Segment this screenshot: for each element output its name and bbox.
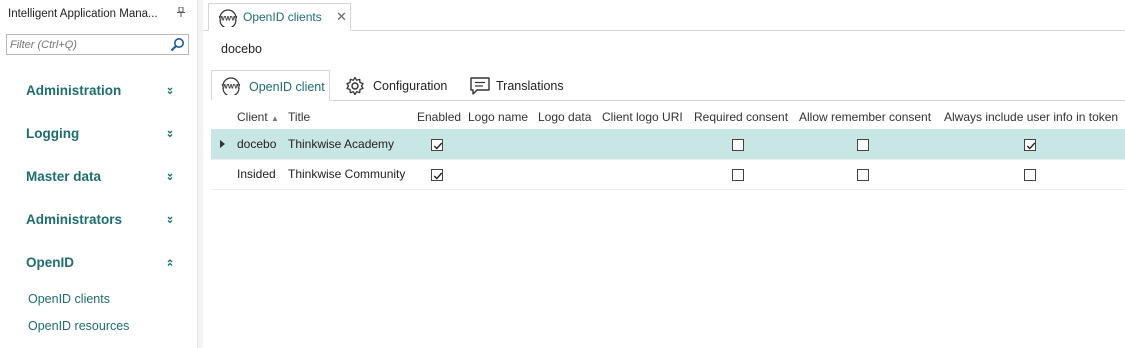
tab-label: OpenID client bbox=[249, 80, 325, 94]
table-row[interactable]: Insided Thinkwise Community bbox=[211, 159, 1125, 190]
always-include-user-info-checkbox[interactable] bbox=[1024, 168, 1036, 181]
cell-required-consent[interactable] bbox=[694, 159, 799, 190]
pin-icon[interactable] bbox=[177, 6, 185, 20]
document-tab-label: OpenID clients bbox=[243, 10, 322, 24]
nav-group-master-data[interactable]: Master data bbox=[26, 169, 101, 184]
column-header-enabled[interactable]: Enabled bbox=[417, 105, 468, 129]
cell-allow-remember-consent[interactable] bbox=[799, 159, 944, 190]
table-row[interactable]: docebo Thinkwise Academy bbox=[211, 129, 1125, 160]
column-header-client-logo-uri[interactable]: Client logo URI bbox=[602, 105, 694, 129]
cell-logo-name[interactable] bbox=[468, 159, 538, 190]
chat-icon bbox=[470, 77, 490, 95]
check-icon bbox=[1026, 142, 1036, 150]
column-header-title[interactable]: Title bbox=[288, 105, 417, 129]
column-header-required-consent[interactable]: Required consent bbox=[694, 105, 799, 129]
cell-title[interactable]: Thinkwise Community bbox=[288, 159, 417, 190]
cell-enabled[interactable] bbox=[417, 129, 468, 160]
tab-openid-client[interactable]: WWW OpenID client bbox=[211, 70, 330, 101]
nav-item-openid-resources[interactable]: OpenID resources bbox=[28, 319, 129, 333]
nav-group-openid[interactable]: OpenID bbox=[26, 255, 74, 270]
document-tab-openid-clients[interactable]: WWW OpenID clients ✕ bbox=[208, 3, 351, 31]
cell-client[interactable]: docebo bbox=[237, 129, 288, 160]
check-icon bbox=[433, 172, 443, 180]
cell-logo-data[interactable] bbox=[538, 129, 602, 160]
filter-box bbox=[6, 34, 189, 55]
tab-configuration[interactable]: Configuration bbox=[337, 70, 457, 101]
column-header-client[interactable]: Client ▲ bbox=[237, 105, 288, 129]
header-row-indicator bbox=[211, 105, 237, 129]
cell-allow-remember-consent[interactable] bbox=[799, 129, 944, 160]
tab-translations[interactable]: Translations bbox=[461, 70, 571, 101]
gear-icon bbox=[346, 76, 364, 96]
filter-input[interactable] bbox=[7, 35, 167, 54]
required-consent-checkbox[interactable] bbox=[732, 138, 744, 151]
cell-enabled[interactable] bbox=[417, 159, 468, 190]
cell-required-consent[interactable] bbox=[694, 129, 799, 160]
row-indicator bbox=[211, 129, 237, 160]
column-header-allow-remember-consent[interactable]: Allow remember consent bbox=[799, 105, 944, 129]
grid-header-row: Client ▲ Title Enabled Logo name Logo da… bbox=[211, 105, 1125, 129]
cell-logo-data[interactable] bbox=[538, 159, 602, 190]
sort-ascending-icon: ▲ bbox=[271, 114, 279, 123]
chevron-down-icon[interactable] bbox=[165, 129, 175, 139]
chevron-down-icon[interactable] bbox=[165, 215, 175, 225]
enabled-checkbox[interactable] bbox=[431, 138, 443, 151]
close-icon[interactable]: ✕ bbox=[336, 9, 347, 25]
svg-text:WWW: WWW bbox=[219, 16, 238, 23]
nav-group-administration[interactable]: Administration bbox=[26, 83, 121, 98]
navigation-sidebar: Intelligent Application Mana... Administ… bbox=[0, 0, 197, 348]
cell-client-logo-uri[interactable] bbox=[602, 129, 694, 160]
required-consent-checkbox[interactable] bbox=[732, 168, 744, 181]
cell-always-include-user-info[interactable] bbox=[944, 129, 1125, 160]
tab-label: Translations bbox=[496, 79, 564, 93]
always-include-user-info-checkbox[interactable] bbox=[1024, 138, 1036, 151]
tab-label: Configuration bbox=[373, 79, 448, 93]
app-title: Intelligent Application Mana... bbox=[8, 8, 158, 20]
main-content: WWW OpenID clients ✕ docebo WWW OpenID c… bbox=[203, 0, 1125, 348]
svg-text:WWW: WWW bbox=[222, 84, 241, 91]
row-indicator bbox=[211, 159, 237, 190]
cell-client[interactable]: Insided bbox=[237, 159, 288, 190]
allow-remember-consent-checkbox[interactable] bbox=[857, 138, 869, 151]
openid-clients-grid: Client ▲ Title Enabled Logo name Logo da… bbox=[211, 105, 1125, 190]
search-icon[interactable] bbox=[170, 37, 185, 52]
nav-item-openid-clients[interactable]: OpenID clients bbox=[28, 292, 110, 306]
allow-remember-consent-checkbox[interactable] bbox=[857, 168, 869, 181]
current-row-arrow-icon bbox=[220, 139, 225, 148]
cell-always-include-user-info[interactable] bbox=[944, 159, 1125, 190]
nav-group-logging[interactable]: Logging bbox=[26, 126, 79, 141]
cell-client-logo-uri[interactable] bbox=[602, 159, 694, 190]
record-title: docebo bbox=[221, 42, 263, 56]
enabled-checkbox[interactable] bbox=[431, 168, 443, 181]
column-header-label: Client bbox=[237, 110, 268, 124]
column-header-always-include-user-info[interactable]: Always include user info in token bbox=[944, 105, 1125, 129]
document-tab-bar: WWW OpenID clients ✕ bbox=[203, 0, 1125, 31]
cell-title[interactable]: Thinkwise Academy bbox=[288, 129, 417, 160]
chevron-up-icon[interactable] bbox=[165, 258, 175, 268]
chevron-down-icon[interactable] bbox=[165, 172, 175, 182]
www-icon: WWW bbox=[219, 9, 238, 27]
cell-logo-name[interactable] bbox=[468, 129, 538, 160]
detail-tab-bar: WWW OpenID client Configuration Translat… bbox=[211, 70, 1125, 101]
chevron-down-icon[interactable] bbox=[165, 86, 175, 96]
check-icon bbox=[433, 142, 443, 150]
column-header-logo-name[interactable]: Logo name bbox=[468, 105, 538, 129]
column-header-logo-data[interactable]: Logo data bbox=[538, 105, 602, 129]
www-icon: WWW bbox=[222, 77, 241, 95]
nav-group-administrators[interactable]: Administrators bbox=[26, 212, 122, 227]
